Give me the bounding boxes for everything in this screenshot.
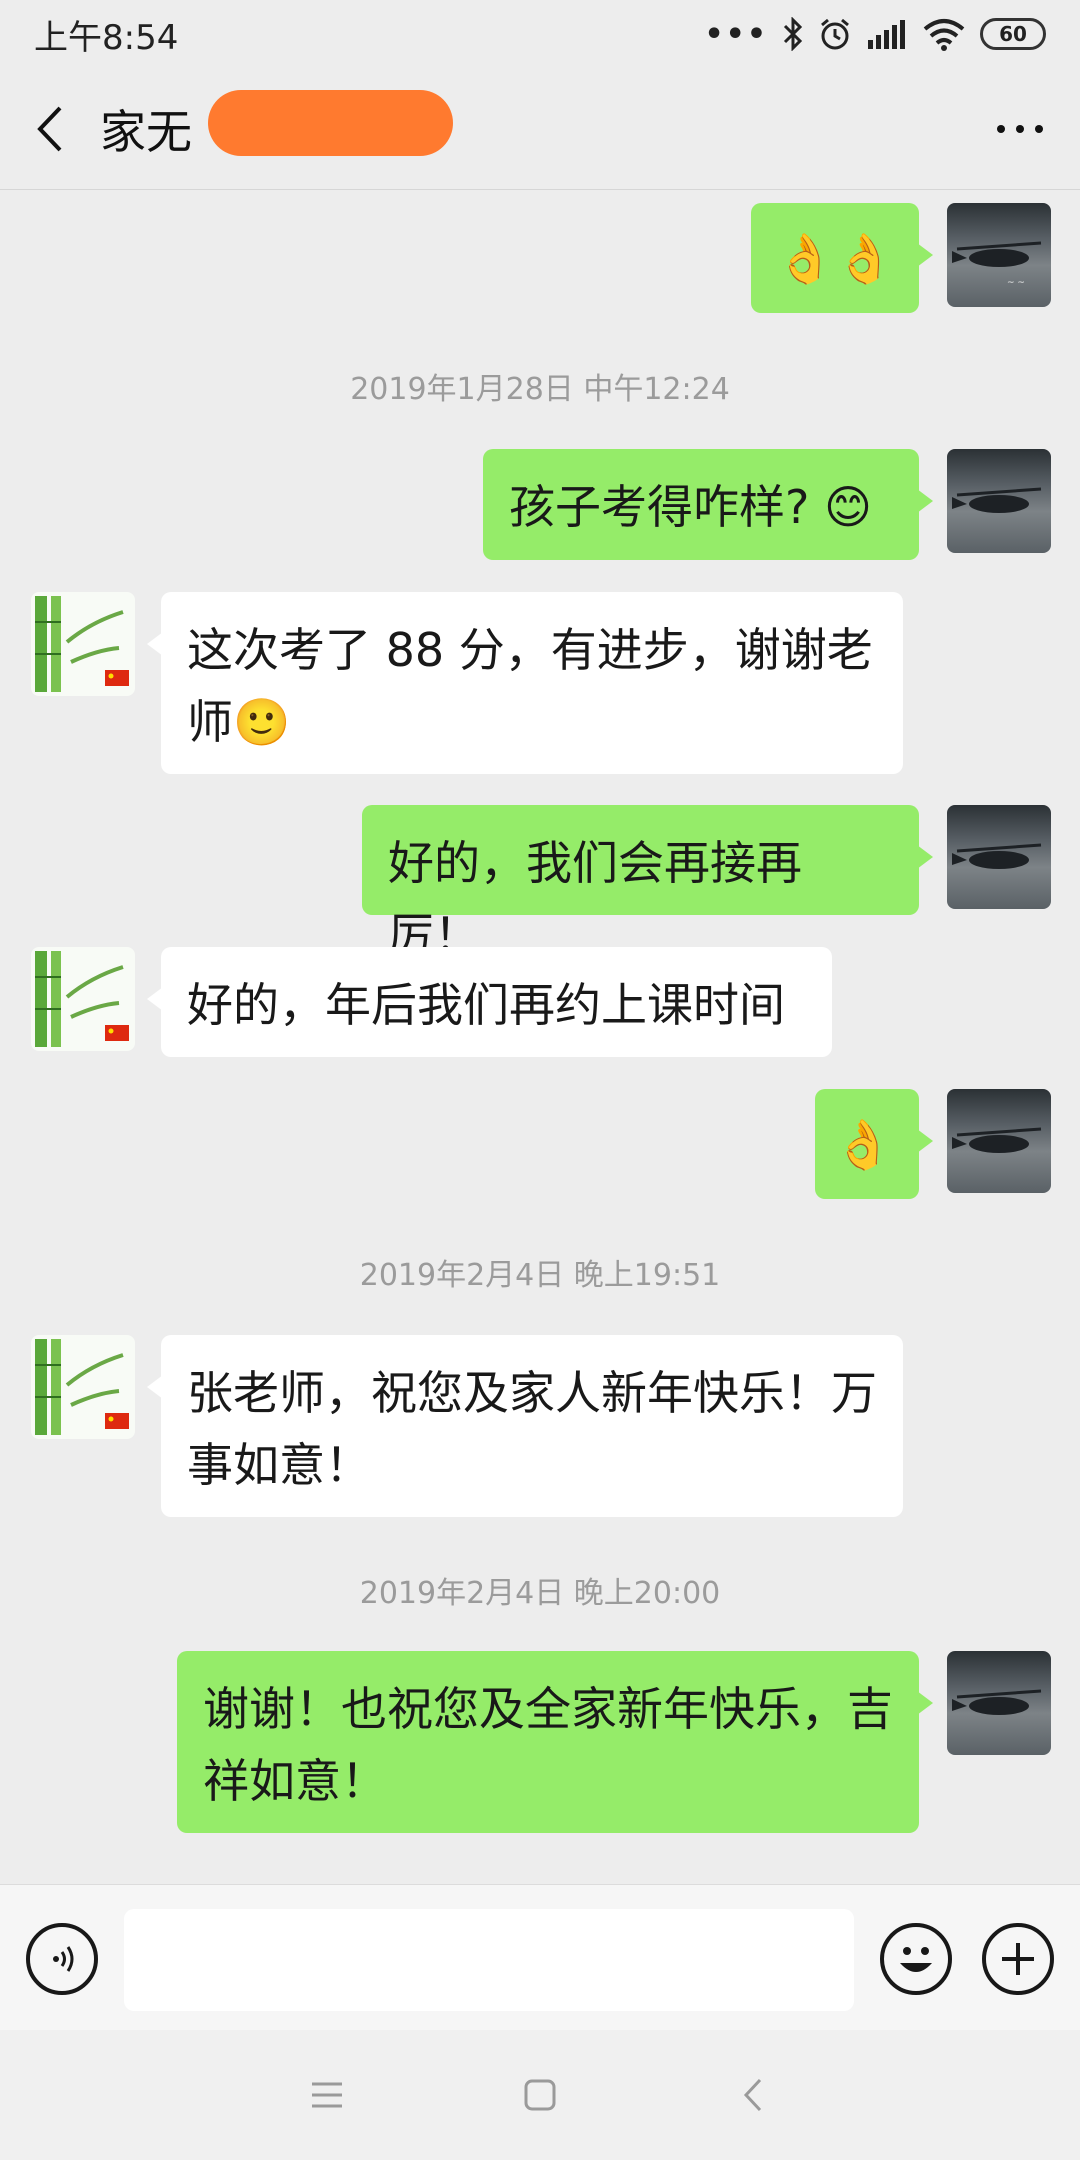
message-text: 好的，我们会再接再厉！ xyxy=(388,836,802,962)
message-text-line: 谢谢！也祝您及全家新年快乐，吉 xyxy=(203,1682,893,1736)
helicopter-avatar-image xyxy=(952,843,1042,869)
message-bubble[interactable]: 👌👌 xyxy=(751,203,933,313)
more-button[interactable] xyxy=(960,68,1080,189)
battery-level: 60 xyxy=(999,22,1027,46)
input-bar xyxy=(0,1884,1080,2030)
message-bubble[interactable]: 好的，我们会再接再厉！ xyxy=(362,805,933,962)
battery-icon: 60 xyxy=(980,18,1046,50)
message-input[interactable] xyxy=(124,1909,854,2011)
chat-title-text: 家无 xyxy=(100,104,192,159)
back-button[interactable] xyxy=(0,68,100,189)
message-text: 👌 xyxy=(833,1117,893,1173)
helicopter-avatar-image: ~ ~ xyxy=(952,241,1042,288)
voice-button[interactable] xyxy=(26,1923,98,1995)
status-time: 上午8:54 xyxy=(34,17,179,58)
message-bubble[interactable]: 张老师，祝您及家人新年快乐！万 事如意！ xyxy=(147,1335,903,1517)
plus-icon xyxy=(1002,1943,1034,1975)
svg-text:~ ~: ~ ~ xyxy=(1007,278,1025,288)
helicopter-avatar-image xyxy=(952,487,1042,513)
notification-dots: ••• xyxy=(704,16,768,52)
message-bubble[interactable]: 好的，年后我们再约上课时间 xyxy=(147,947,832,1057)
message-text-line: 这次考了 88 分，有进步，谢谢老 xyxy=(187,623,873,677)
home-icon xyxy=(524,2079,556,2111)
message-bubble[interactable]: 👌 xyxy=(815,1089,933,1199)
timestamp: 2019年2月4日 晚上20:00 xyxy=(359,1576,721,1611)
emoji-button[interactable] xyxy=(880,1923,952,1995)
alarm-icon xyxy=(821,18,849,50)
status-bar: 上午8:54 ••• 60 xyxy=(0,0,1080,68)
message-text-line: 师🙂 xyxy=(187,695,291,749)
system-nav-bar xyxy=(0,2030,1080,2160)
chat-header: 家无 xyxy=(0,68,1080,190)
bamboo-avatar-image xyxy=(35,951,129,1047)
avatar[interactable] xyxy=(947,1089,1051,1193)
voice-icon xyxy=(53,1946,74,1972)
nav-back-button[interactable] xyxy=(713,2055,793,2135)
avatar[interactable] xyxy=(947,449,1051,553)
avatar[interactable] xyxy=(31,592,135,696)
message-bubble[interactable]: 这次考了 88 分，有进步，谢谢老 师🙂 xyxy=(147,592,903,774)
avatar[interactable] xyxy=(31,947,135,1051)
redaction-mark xyxy=(208,89,453,156)
signal-icon xyxy=(868,20,905,49)
message-text-line: 祥如意！ xyxy=(203,1754,387,1808)
message-bubble[interactable]: 谢谢！也祝您及全家新年快乐，吉 祥如意！ xyxy=(177,1651,933,1833)
more-dots-icon xyxy=(997,124,1043,133)
message-text: 好的，年后我们再约上课时间 xyxy=(187,978,785,1032)
status-icons: ••• 60 xyxy=(704,17,1046,52)
avatar[interactable] xyxy=(31,1335,135,1439)
bamboo-avatar-image xyxy=(35,1339,129,1435)
bluetooth-icon xyxy=(783,17,803,51)
more-actions-button[interactable] xyxy=(982,1923,1054,1995)
timestamp: 2019年1月28日 中午12:24 xyxy=(350,372,730,407)
avatar[interactable] xyxy=(947,805,1051,909)
message-text: 👌👌 xyxy=(775,231,895,287)
message-bubble[interactable]: 孩子考得咋样? 😊 xyxy=(483,449,933,560)
avatar[interactable]: ~ ~ xyxy=(947,203,1051,307)
timestamp: 2019年2月4日 晚上19:51 xyxy=(359,1258,721,1293)
message-text-line: 张老师，祝您及家人新年快乐！万 xyxy=(187,1366,877,1420)
message-text: 孩子考得咋样? 😊 xyxy=(509,480,872,534)
back-icon xyxy=(744,2078,762,2112)
chevron-left-icon xyxy=(37,106,62,151)
helicopter-avatar-image xyxy=(952,1127,1042,1153)
message-text-line: 事如意！ xyxy=(187,1438,371,1492)
chat-title: 家无 xyxy=(100,89,453,162)
nav-home-button[interactable] xyxy=(500,2055,580,2135)
wifi-icon xyxy=(923,19,965,51)
bamboo-avatar-image xyxy=(35,596,129,692)
avatar[interactable] xyxy=(947,1651,1051,1755)
emoji-icon xyxy=(900,1947,932,1972)
helicopter-avatar-image xyxy=(952,1689,1042,1715)
nav-menu-button[interactable] xyxy=(287,2055,367,2135)
menu-icon xyxy=(311,2082,342,2108)
